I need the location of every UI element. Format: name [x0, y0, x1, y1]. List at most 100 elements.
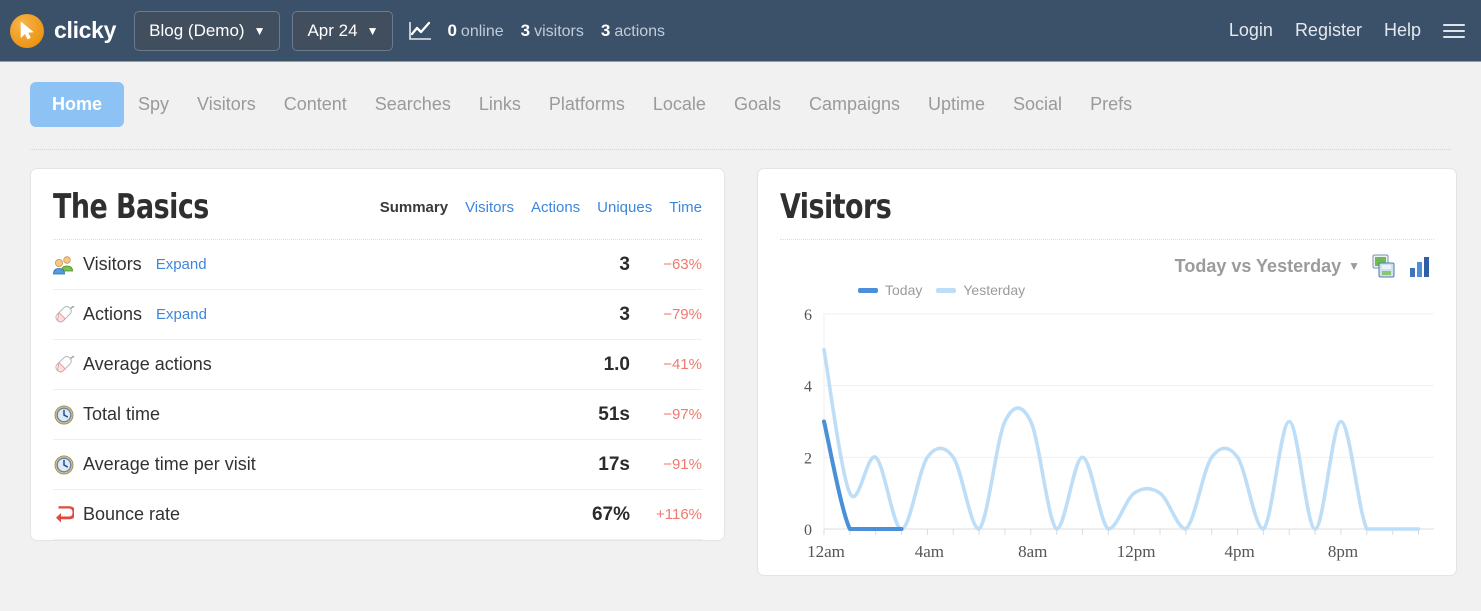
basics-subtab-visitors[interactable]: Visitors — [465, 199, 514, 216]
page-title: The Basics — [53, 187, 209, 227]
chart-svg: 0 2 4 6 12am 4am 8am 12pm 4pm 8pm — [804, 307, 1434, 561]
clock-icon — [53, 454, 75, 476]
stat-label: Average time per visit — [83, 454, 256, 474]
stat-value: 17s — [598, 453, 630, 475]
brand-logo[interactable]: clicky — [10, 13, 117, 48]
legend-item-yesterday: Yesterday — [936, 282, 1025, 298]
stat-delta: −63% — [663, 256, 702, 273]
stat-value: 1.0 — [603, 353, 630, 375]
legend-swatch — [936, 287, 957, 293]
y-axis-tick: 2 — [804, 450, 812, 467]
people-icon — [53, 254, 75, 276]
site-selector[interactable]: Blog (Demo) ▼ — [134, 10, 281, 51]
legend-label: Yesterday — [963, 282, 1026, 298]
brand-name: clicky — [54, 17, 117, 43]
tab-home[interactable]: Home — [30, 82, 125, 127]
chart-series-yesterday — [822, 348, 1421, 531]
chevron-down-icon: ▼ — [1348, 259, 1360, 273]
stat-delta: −97% — [663, 406, 702, 423]
stat-label: Total time — [83, 404, 161, 424]
stat-row: Average actions 1.0 −41% — [53, 340, 702, 390]
tab-locale[interactable]: Locale — [639, 82, 720, 127]
stat-delta: −91% — [663, 456, 702, 473]
visitors-panel: Visitors Today vs Yesterday ▼ Today Yest… — [757, 168, 1457, 576]
stat-label: Bounce rate — [83, 504, 181, 524]
basics-subtab-summary[interactable]: Summary — [380, 199, 448, 216]
legend-item-today: Today — [858, 282, 922, 298]
main-navigation: Home Spy Visitors Content Searches Links Platf… — [0, 62, 1481, 127]
visitors-panel-title: Visitors — [780, 187, 892, 227]
tab-prefs[interactable]: Prefs — [1076, 82, 1146, 127]
basics-stat-list: Visitors Expand 3 −63% Actions Expand 3 −79% Ave… — [53, 240, 702, 540]
live-stat-online: 0 online — [447, 20, 504, 40]
clock-icon — [53, 404, 75, 426]
date-selector-label: Apr 24 — [307, 20, 358, 40]
stat-value: 3 — [619, 253, 630, 275]
basics-subtab-uniques[interactable]: Uniques — [597, 199, 652, 216]
basics-subtab-actions[interactable]: Actions — [531, 199, 580, 216]
chevron-down-icon: ▼ — [366, 23, 379, 38]
x-axis-tick: 8pm — [1328, 542, 1358, 561]
tab-searches[interactable]: Searches — [361, 82, 465, 127]
tab-platforms[interactable]: Platforms — [535, 82, 639, 127]
x-axis-tick: 12am — [807, 542, 845, 561]
line-chart-icon[interactable] — [407, 18, 433, 44]
tab-goals[interactable]: Goals — [720, 82, 795, 127]
chart-legend: Today Yesterday — [780, 278, 1434, 298]
legend-label: Today — [885, 282, 923, 298]
stat-row: Average time per visit 17s −91% — [53, 440, 702, 490]
expand-link[interactable]: Expand — [156, 306, 207, 323]
stat-delta: +116% — [655, 506, 702, 523]
compare-selector-label: Today vs Yesterday — [1174, 255, 1342, 276]
visitors-line-chart[interactable]: 0 2 4 6 12am 4am 8am 12pm 4pm 8pm — [780, 300, 1434, 575]
x-axis-tick: 4pm — [1224, 542, 1254, 561]
date-selector[interactable]: Apr 24 ▼ — [292, 10, 394, 51]
tab-links[interactable]: Links — [465, 82, 535, 127]
mouse-icon — [53, 354, 75, 376]
tab-social[interactable]: Social — [999, 82, 1076, 127]
compare-selector[interactable]: Today vs Yesterday ▼ — [1175, 256, 1360, 277]
tab-uptime[interactable]: Uptime — [914, 82, 999, 127]
stat-label: Actions — [83, 304, 143, 324]
bar-chart-icon[interactable] — [1408, 254, 1432, 278]
stat-label: Average actions — [83, 354, 212, 374]
save-export-icon[interactable] — [1372, 254, 1396, 278]
mouse-icon — [53, 304, 75, 326]
cursor-arrow-icon — [10, 13, 44, 48]
basics-subtab-list: Summary Visitors Actions Uniques Time — [380, 199, 702, 216]
tab-spy[interactable]: Spy — [124, 82, 183, 127]
nav-tab-list: Home Spy Visitors Content Searches Links Platf… — [30, 82, 1481, 127]
app-header: clicky Blog (Demo) ▼ Apr 24 ▼ 0 online 3v… — [0, 0, 1481, 62]
basics-panel: The Basics Summary Visitors Actions Uniques… — [30, 168, 725, 541]
tab-visitors[interactable]: Visitors — [183, 82, 270, 127]
basics-subtab-time[interactable]: Time — [669, 199, 702, 216]
x-axis-tick: 8am — [1018, 542, 1047, 561]
tab-content[interactable]: Content — [270, 82, 361, 127]
stat-value: 3 — [619, 303, 630, 325]
stat-delta: −41% — [663, 356, 702, 373]
help-link[interactable]: Help — [1384, 20, 1421, 41]
stat-value: 67% — [591, 503, 630, 525]
y-axis-tick: 4 — [804, 379, 812, 396]
stat-label: Visitors — [83, 254, 142, 274]
y-axis-tick: 0 — [804, 522, 812, 539]
stat-delta: −79% — [663, 306, 702, 323]
live-stats: 0 online 3 visitors 3 actions — [447, 21, 665, 41]
x-axis-tick: 4am — [915, 542, 944, 561]
stat-value: 51s — [598, 403, 630, 425]
site-selector-label: Blog (Demo) — [149, 20, 245, 40]
stat-row: Visitors Expand 3 −63% — [53, 240, 702, 290]
live-stat-actions: 3 actions — [600, 20, 666, 40]
expand-link[interactable]: Expand — [156, 256, 207, 273]
login-link[interactable]: Login — [1229, 20, 1273, 41]
stat-row: Total time 51s −97% — [53, 390, 702, 440]
live-stat-visitors: 3 visitors — [520, 20, 584, 40]
x-axis-tick: 12pm — [1117, 542, 1156, 561]
tab-campaigns[interactable]: Campaigns — [795, 82, 914, 127]
hamburger-menu-icon[interactable] — [1443, 23, 1465, 38]
legend-swatch — [858, 287, 878, 293]
register-link[interactable]: Register — [1295, 20, 1362, 41]
y-axis-tick: 6 — [804, 307, 812, 324]
bounce-arrow-icon — [53, 504, 75, 526]
stat-row: Actions Expand 3 −79% — [53, 290, 702, 340]
